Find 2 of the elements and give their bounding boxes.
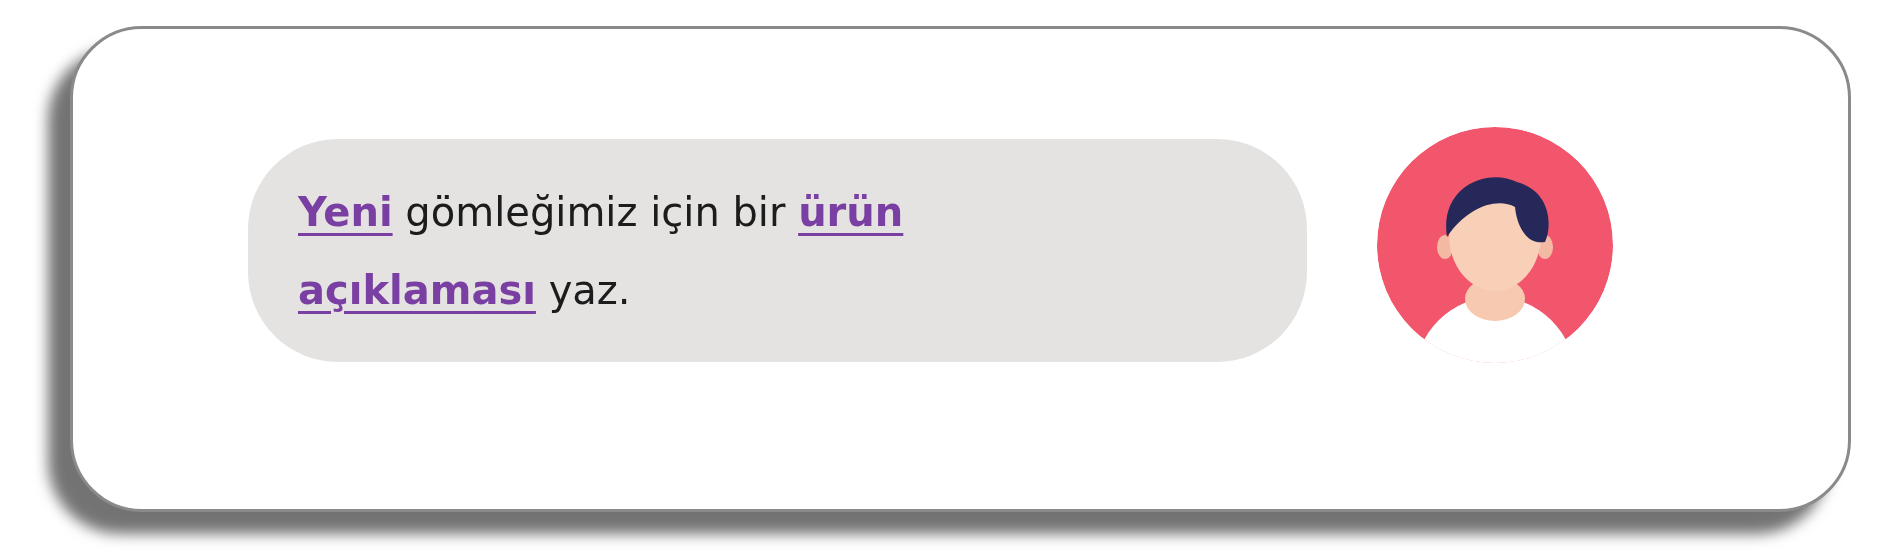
- avatar-icon: [1377, 127, 1613, 363]
- message-text: Yeni gömleğimiz için bir ürün açıklaması yaz.: [298, 187, 905, 315]
